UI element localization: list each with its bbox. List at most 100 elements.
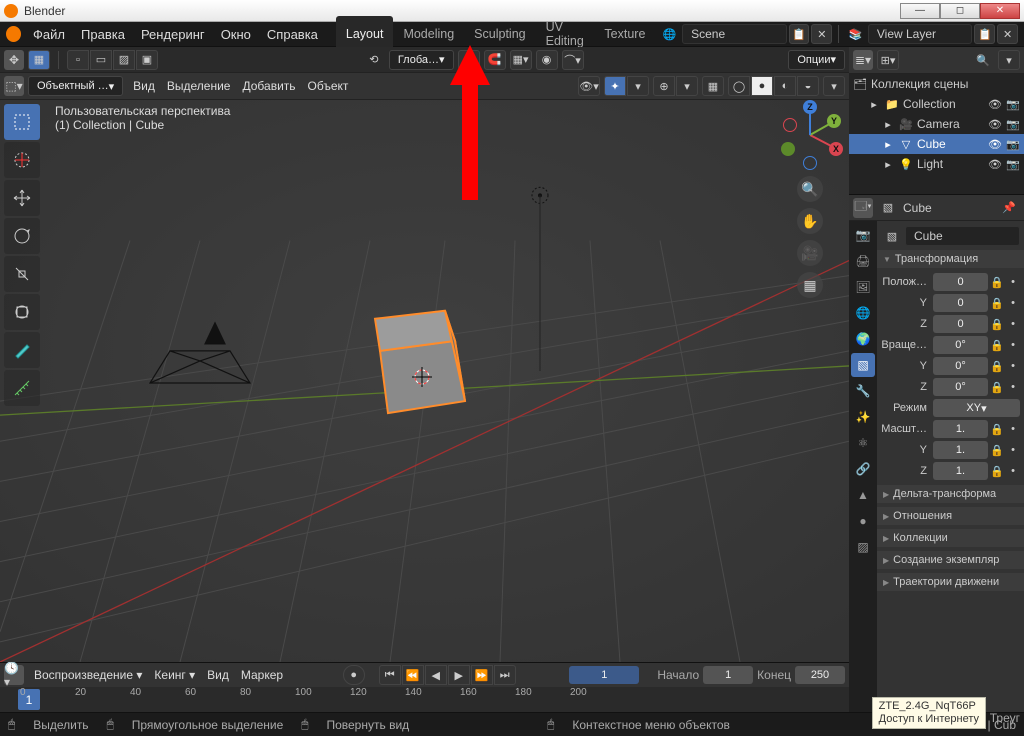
shading-matprev-icon[interactable]: ◐ [774, 76, 796, 96]
prop-tab-texture[interactable]: ▨ [851, 535, 875, 559]
play-icon[interactable]: ▶ [448, 665, 470, 685]
nav-pan-button[interactable]: ✋ [797, 208, 823, 234]
outliner-filter-button[interactable]: ▾ [998, 50, 1020, 70]
loc-y-field[interactable]: 0 [933, 294, 988, 312]
snap-target-dropdown[interactable]: ▦▾ [510, 50, 532, 70]
tool-measure[interactable] [4, 370, 40, 406]
scale-z-field[interactable]: 1. [933, 462, 988, 480]
prop-tab-object[interactable]: ▧ [851, 353, 875, 377]
prop-tab-particle[interactable]: ✨ [851, 405, 875, 429]
tool-rotate[interactable] [4, 218, 40, 254]
panel-Создание экземпляр[interactable]: Создание экземпляр [877, 551, 1024, 569]
proportional-edit-icon[interactable]: ◉ [536, 50, 558, 70]
timeline-editor-type[interactable]: 🕓▾ [4, 665, 24, 685]
tl-menu-0[interactable]: Воспроизведение ▾ [28, 666, 148, 684]
jump-next-key-icon[interactable]: ⏩ [471, 665, 493, 685]
rot-x-field[interactable]: 0° [933, 336, 988, 354]
shading-rendered-icon[interactable]: ◒ [797, 76, 819, 96]
jump-prev-key-icon[interactable]: ⏪ [402, 665, 424, 685]
scene-name-field[interactable] [682, 24, 787, 44]
loc-x-field[interactable]: 0 [933, 273, 988, 291]
vp-menu-Выделение[interactable]: Выделение [161, 77, 237, 95]
prop-tab-output[interactable]: 🖨 [851, 249, 875, 273]
scene-delete-button[interactable]: ✕ [811, 24, 832, 44]
tl-menu-2[interactable]: Вид [201, 666, 235, 684]
frame-end-field[interactable]: 250 [795, 666, 845, 684]
menu-Рендеринг[interactable]: Рендеринг [133, 25, 213, 44]
rot-z-field[interactable]: 0° [933, 378, 988, 396]
render-icon[interactable]: 📷 [1006, 117, 1020, 131]
scene-new-button[interactable]: 📋 [789, 24, 810, 44]
prop-tab-modifier[interactable]: 🔧 [851, 379, 875, 403]
nav-gizmo[interactable]: Z Y X [775, 100, 845, 170]
gizmo-toggle-icon[interactable]: ✦ [604, 76, 626, 96]
layer-delete-button[interactable]: ✕ [997, 24, 1018, 44]
prop-tab-viewlayer[interactable]: 🖼 [851, 275, 875, 299]
jump-end-icon[interactable]: ⏭ [494, 665, 516, 685]
proportional-falloff-dropdown[interactable]: ⌒▾ [562, 50, 584, 70]
tool-select-box[interactable] [4, 104, 40, 140]
loc-z-field[interactable]: 0 [933, 315, 988, 333]
scale-y-field[interactable]: 1. [933, 441, 988, 459]
outliner[interactable]: 🗂Коллекция сцены▸📁Collection👁📷▸🎥Camera👁📷… [849, 74, 1024, 194]
shading-dropdown[interactable]: ▾ [823, 76, 845, 96]
tool-scale[interactable] [4, 256, 40, 292]
panel-Коллекции[interactable]: Коллекции [877, 529, 1024, 547]
object-name-field[interactable] [905, 226, 1020, 246]
viewport-3d[interactable]: Пользовательская перспектива (1) Collect… [0, 100, 849, 662]
outliner-item-cube[interactable]: ▸▽Cube👁📷 [849, 134, 1024, 154]
header-options-dropdown[interactable]: Опции ▾ [788, 50, 845, 70]
eye-icon[interactable]: 👁 [988, 157, 1002, 171]
snap-volume-icon[interactable]: ▣ [136, 50, 158, 70]
select-box-tool-icon[interactable]: ▦ [28, 50, 50, 70]
properties-editor-type[interactable]: 🗔▾ [853, 198, 873, 218]
panel-Отношения[interactable]: Отношения [877, 507, 1024, 525]
layer-new-button[interactable]: 📋 [974, 24, 995, 44]
overlay-dropdown[interactable]: ▾ [676, 76, 698, 96]
play-rev-icon[interactable]: ◀ [425, 665, 447, 685]
tool-transform[interactable] [4, 294, 40, 330]
view-layer-field[interactable] [868, 24, 973, 44]
prop-tab-world[interactable]: 🌍 [851, 327, 875, 351]
select-filter-dropdown[interactable]: 👁▾ [578, 76, 600, 96]
menu-Правка[interactable]: Правка [73, 25, 133, 44]
nav-zoom-button[interactable]: 🔍 [797, 176, 823, 202]
window-close-button[interactable]: ✕ [980, 3, 1020, 19]
rot-y-field[interactable]: 0° [933, 357, 988, 375]
auto-key-toggle[interactable]: ● [343, 665, 365, 685]
menu-Файл[interactable]: Файл [25, 25, 73, 44]
panel-transform-header[interactable]: Трансформация [877, 250, 1024, 268]
snap-edge-icon[interactable]: ▭ [90, 50, 112, 70]
prop-tab-physics[interactable]: ⚛ [851, 431, 875, 455]
menu-Справка[interactable]: Справка [259, 25, 326, 44]
prop-tab-constraint[interactable]: 🔗 [851, 457, 875, 481]
vp-menu-Вид[interactable]: Вид [127, 77, 161, 95]
prop-tab-material[interactable]: ● [851, 509, 875, 533]
editor-type-dropdown[interactable]: ⬚▾ [4, 76, 24, 96]
snap-vertex-icon[interactable]: ▫ [67, 50, 89, 70]
tl-menu-3[interactable]: Маркер [235, 666, 289, 684]
tl-menu-1[interactable]: Кеинг ▾ [148, 666, 201, 684]
tool-annotate[interactable] [4, 332, 40, 368]
lock-icon[interactable]: 🔒 [990, 275, 1004, 289]
panel-Дельта-трансформа[interactable]: Дельта-трансформа [877, 485, 1024, 503]
prop-tab-data[interactable]: ▲ [851, 483, 875, 507]
jump-start-icon[interactable]: ⏮ [379, 665, 401, 685]
tool-cursor[interactable] [4, 142, 40, 178]
tool-move[interactable] [4, 180, 40, 216]
window-minimize-button[interactable]: — [900, 3, 940, 19]
blender-logo-icon[interactable] [6, 26, 21, 42]
transform-orientation-dropdown[interactable]: Глоба… ▾ [389, 50, 454, 70]
menu-Окно[interactable]: Окно [213, 25, 259, 44]
eye-icon[interactable]: 👁 [988, 117, 1002, 131]
interaction-mode-dropdown[interactable]: Объектный … ▾ [28, 76, 123, 96]
outliner-item-light[interactable]: ▸💡Light👁📷 [849, 154, 1024, 174]
scale-x-field[interactable]: 1. [933, 420, 988, 438]
transform-orient-icon[interactable]: ⟲ [363, 50, 385, 70]
properties-pin-icon[interactable]: 📌 [998, 198, 1020, 218]
outliner-item-camera[interactable]: ▸🎥Camera👁📷 [849, 114, 1024, 134]
render-icon[interactable]: 📷 [1006, 137, 1020, 151]
window-maximize-button[interactable]: ◻ [940, 3, 980, 19]
xray-toggle-icon[interactable]: ▦ [702, 76, 724, 96]
nav-ortho-button[interactable]: ▦ [797, 272, 823, 298]
